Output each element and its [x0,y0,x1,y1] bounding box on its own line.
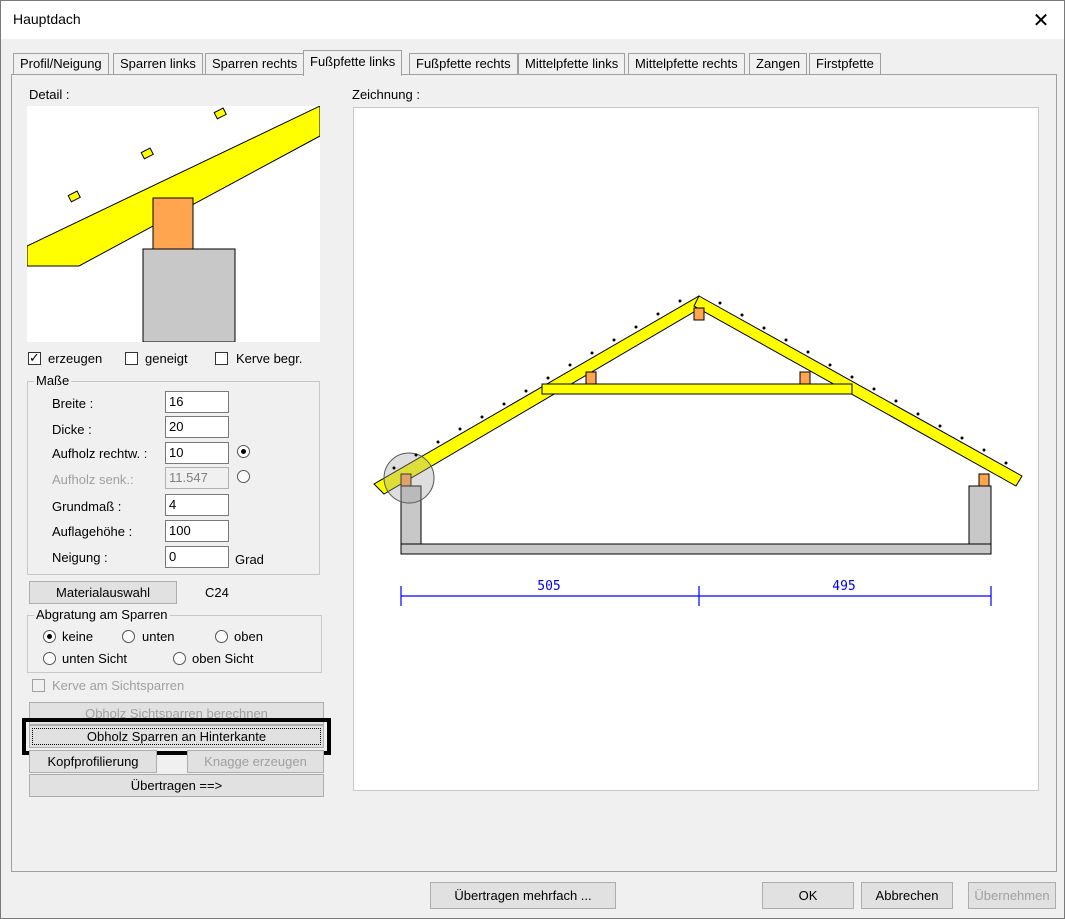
window-title: Hauptdach [13,11,81,27]
erzeugen-label: erzeugen [48,351,103,366]
erzeugen-checkbox[interactable] [28,350,41,366]
tab-mittelpfette-rechts[interactable]: Mittelpfette rechts [628,53,745,75]
abgratung-oben-sicht-radio[interactable] [173,652,186,665]
abbrechen-button[interactable]: Abbrechen [861,882,953,909]
aufholz-senk-label: Aufholz senk.: [52,472,134,487]
tab-mittelpfette-links[interactable]: Mittelpfette links [518,53,626,75]
neigung-label: Neigung : [52,550,108,565]
masse-group: Maße Breite : 16 Dicke : 20 Aufholz rech… [27,373,320,575]
dicke-label: Dicke : [52,422,92,437]
wall-right [968,485,992,545]
abgratung-group-title: Abgratung am Sparren [34,607,170,622]
abgratung-group: Abgratung am Sparren keine unten oben un… [27,607,322,673]
close-icon[interactable]: ✕ [1018,1,1064,39]
middle-purlin-left [585,371,597,385]
kerve-sichtsparren-label: Kerve am Sichtsparren [52,678,185,693]
batten-2 [140,147,154,160]
aufholz-rechtw-label: Aufholz rechtw. : [52,446,148,461]
grundmass-label: Grundmaß : [52,499,122,514]
tab-panel: Detail : Zeichnung : 505 495 ✓ erzeugen … [11,74,1057,872]
breite-input[interactable]: 16 [165,391,229,413]
breite-label: Breite : [52,396,94,411]
collar-beam [541,383,853,395]
aufholz-senk-input[interactable]: 11.547 [165,467,229,489]
kerve-sichtsparren-checkbox[interactable] [32,679,45,692]
detail-marker [383,452,435,504]
detail-drawing [26,105,321,343]
abgratung-oben-label: oben [234,629,263,644]
abgratung-unten-sicht-radio[interactable] [43,652,56,665]
geneigt-label: geneigt [145,351,188,366]
aufholz-rechtw-input[interactable]: 10 [165,442,229,464]
tab-fusspfette-rechts[interactable]: Fußpfette rechts [409,53,518,75]
uebertragen-button[interactable]: Übertragen ==> [29,774,324,797]
ok-button[interactable]: OK [762,882,854,909]
dimension-right-text: 495 [832,579,855,594]
uebertragen-mehrfach-button[interactable]: Übertragen mehrfach ... [430,882,616,909]
abgratung-oben-sicht-label: oben Sicht [192,651,254,666]
neigung-input[interactable]: 0 [165,546,229,568]
kerve-begr-label: Kerve begr. [236,351,303,366]
tab-sparren-rechts[interactable]: Sparren rechts [205,53,305,75]
abgratung-keine-radio[interactable] [43,630,56,643]
floor-slab [400,543,992,555]
ridge-purlin [693,307,705,321]
aufholz-senk-radio[interactable] [237,470,250,483]
abgratung-unten-label: unten [142,629,175,644]
tab-firstpfette[interactable]: Firstpfette [809,53,881,75]
grundmass-input[interactable]: 4 [165,494,229,516]
materialauswahl-button[interactable]: Materialauswahl [29,581,177,604]
material-value: C24 [205,585,229,600]
tab-fusspfette-links[interactable]: Fußpfette links [303,50,403,76]
detail-preview [26,105,321,343]
kerve-begr-checkbox[interactable] [215,352,228,365]
abgratung-unten-radio[interactable] [122,630,135,643]
dialog-window: Hauptdach ✕ Profil/Neigung Sparren links… [0,0,1065,919]
aufholz-rechtw-radio[interactable] [237,445,250,458]
drawing-canvas: 505 495 [353,107,1039,791]
knagge-erzeugen-button[interactable]: Knagge erzeugen [187,750,324,773]
abgratung-oben-radio[interactable] [215,630,228,643]
batten-1 [67,190,81,203]
abgratung-unten-sicht-label: unten Sicht [62,651,128,666]
tab-profil-neigung[interactable]: Profil/Neigung [13,53,109,75]
dimension-left-text: 505 [537,579,560,594]
dicke-input[interactable]: 20 [165,416,229,438]
geneigt-checkbox[interactable] [125,352,138,365]
middle-purlin-right [799,371,811,385]
batten-3 [213,107,227,120]
foot-purlin-right [978,473,990,487]
auflagehoehe-input[interactable]: 100 [165,520,229,542]
tab-sparren-links[interactable]: Sparren links [113,53,203,75]
masse-group-title: Maße [34,373,72,388]
tab-zangen[interactable]: Zangen [749,53,808,75]
neigung-unit: Grad [235,552,264,567]
auflagehoehe-label: Auflagehöhe : [52,524,133,539]
title-bar: Hauptdach ✕ [1,1,1064,39]
wall-section [142,248,236,343]
abgratung-keine-label: keine [62,629,94,644]
kopfprofilierung-button[interactable]: Kopfprofilierung [29,750,157,773]
drawing-label: Zeichnung : [352,87,420,102]
obholz-hinterkante-button[interactable]: Obholz Sparren an Hinterkante [29,725,324,748]
detail-label: Detail : [29,87,70,102]
roof-drawing: 505 495 [373,295,1023,606]
uebernehmen-button[interactable]: Übernehmen [968,882,1056,909]
purlin-section [152,197,194,250]
